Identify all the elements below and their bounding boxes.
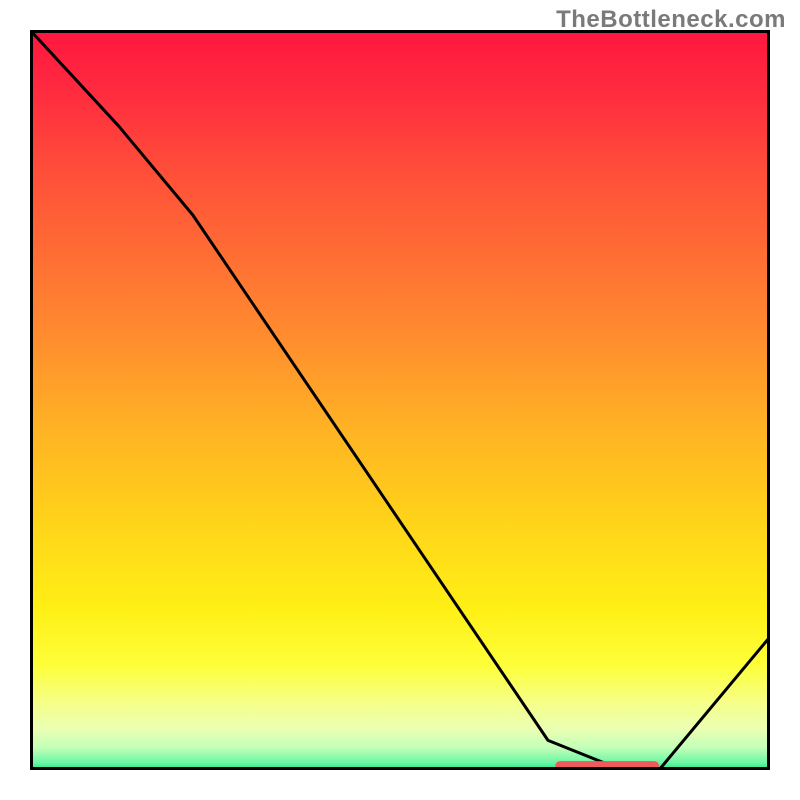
- chart-plot: [30, 30, 770, 770]
- gradient-background: [30, 30, 770, 770]
